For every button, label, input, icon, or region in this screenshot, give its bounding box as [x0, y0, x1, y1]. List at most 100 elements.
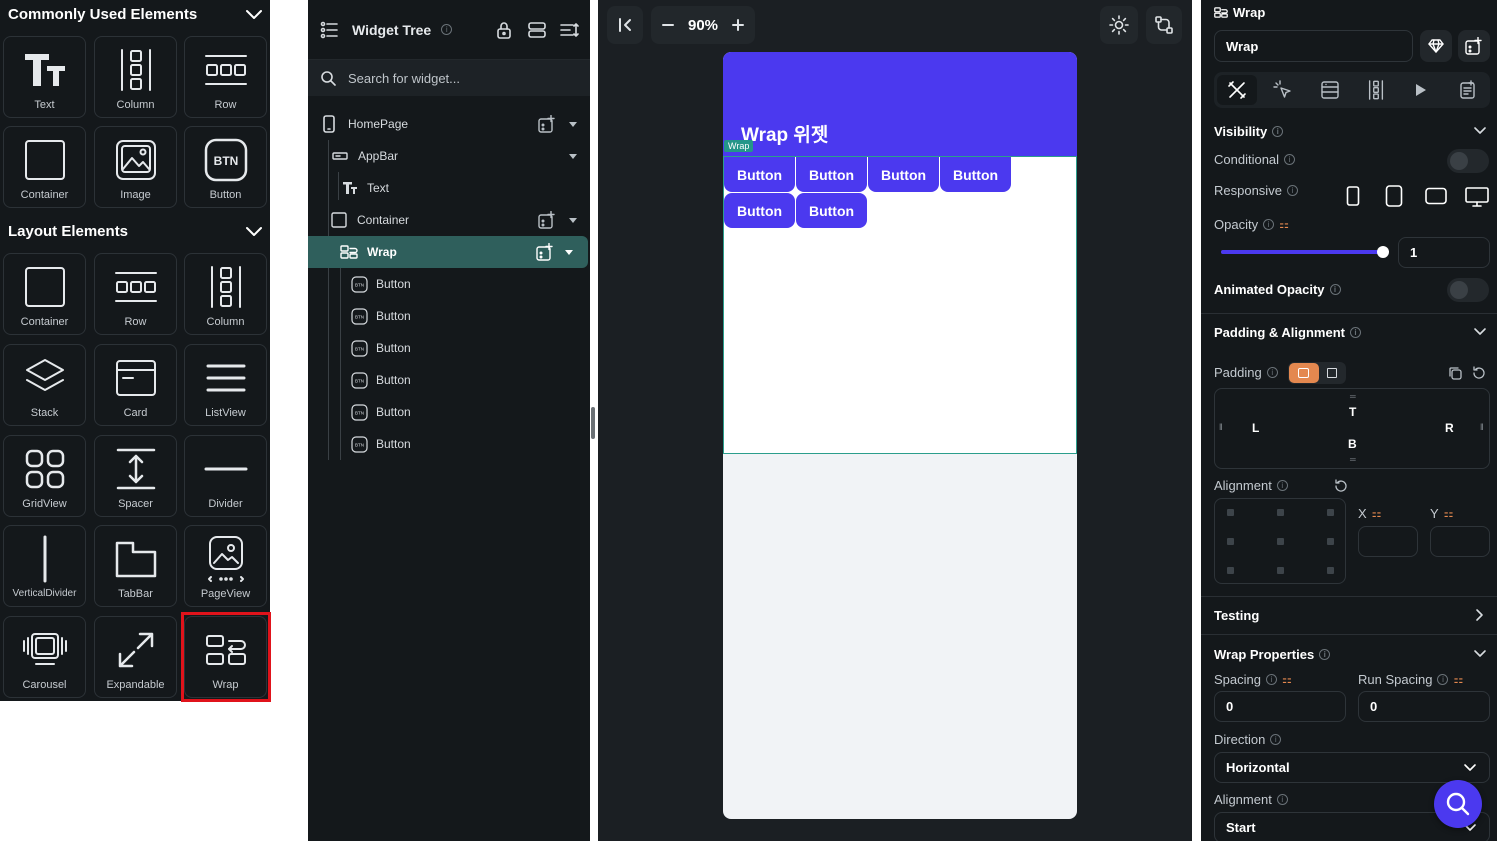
preview-button[interactable]: Button: [796, 193, 867, 228]
tree-node-text[interactable]: Text: [308, 172, 590, 204]
chevron-down-icon[interactable]: [244, 4, 264, 24]
drag-handle-icon[interactable]: ‖: [1219, 422, 1223, 432]
align-bottom-left[interactable]: [1227, 567, 1234, 574]
alignment-x-input[interactable]: [1358, 526, 1418, 557]
play-icon[interactable]: [1414, 82, 1428, 98]
palette-item-container[interactable]: Container: [3, 253, 86, 335]
tree-node-button[interactable]: BTN Button: [308, 364, 590, 396]
alignment-grid[interactable]: [1214, 498, 1346, 584]
testing-section-title[interactable]: Testing: [1214, 608, 1259, 623]
paint-tools-icon[interactable]: [1227, 80, 1247, 100]
add-child-icon[interactable]: [538, 211, 556, 229]
align-center[interactable]: [1277, 538, 1284, 545]
run-spacing-input[interactable]: 0: [1358, 691, 1490, 722]
direction-select[interactable]: Horizontal: [1214, 752, 1490, 783]
device-frame-button[interactable]: [1146, 6, 1182, 44]
drag-handle-icon[interactable]: ‖: [1480, 422, 1484, 432]
actions-icon[interactable]: [1273, 80, 1293, 100]
palette-item-divider[interactable]: Divider: [184, 435, 267, 517]
preview-button[interactable]: Button: [796, 157, 867, 192]
align-center-right[interactable]: [1327, 538, 1334, 545]
caret-down-icon[interactable]: [569, 218, 577, 223]
palette-item-column[interactable]: Column: [94, 36, 177, 118]
tree-node-homepage[interactable]: HomePage: [308, 108, 590, 140]
tree-node-container[interactable]: Container: [308, 204, 590, 236]
chevron-down-icon[interactable]: [1473, 325, 1487, 339]
sort-icon[interactable]: [560, 21, 580, 39]
conditional-toggle[interactable]: [1447, 149, 1489, 173]
tree-node-button[interactable]: BTN Button: [308, 300, 590, 332]
preview-button[interactable]: Button: [868, 157, 939, 192]
padding-bottom-label[interactable]: B: [1348, 437, 1357, 451]
tree-node-button[interactable]: BTN Button: [308, 268, 590, 300]
set-from-variable-icon[interactable]: ⚏: [1372, 507, 1382, 520]
collapse-icon[interactable]: [528, 21, 546, 39]
opacity-input[interactable]: 1: [1398, 237, 1490, 268]
palette-item-expandable[interactable]: Expandable: [94, 616, 177, 698]
palette-item-card[interactable]: Card: [94, 344, 177, 426]
animated-opacity-toggle[interactable]: [1447, 278, 1489, 302]
visibility-section-title[interactable]: Visibility i: [1214, 124, 1284, 139]
tree-node-button[interactable]: BTN Button: [308, 332, 590, 364]
collapse-panel-button[interactable]: [607, 6, 643, 44]
caret-down-icon[interactable]: [565, 250, 573, 255]
widget-name-input[interactable]: Wrap: [1214, 30, 1413, 62]
zoom-out-icon[interactable]: [661, 18, 675, 32]
add-child-icon[interactable]: [538, 115, 556, 133]
caret-down-icon[interactable]: [569, 154, 577, 159]
palette-item-carousel[interactable]: Carousel: [3, 616, 86, 698]
reset-icon[interactable]: [1334, 479, 1348, 493]
appbar-preview[interactable]: Wrap 위젯 Wrap: [723, 52, 1077, 156]
padding-top-label[interactable]: T: [1349, 405, 1356, 419]
chevron-right-icon[interactable]: [1473, 608, 1487, 622]
wrap-properties-title[interactable]: Wrap Properties i: [1214, 647, 1331, 662]
documentation-icon[interactable]: [1458, 80, 1478, 100]
preview-button[interactable]: Button: [940, 157, 1011, 192]
palette-item-tabbar[interactable]: TabBar: [94, 525, 177, 607]
add-child-icon[interactable]: [1458, 30, 1490, 62]
palette-item-row[interactable]: Row: [184, 36, 267, 118]
backend-query-icon[interactable]: [1320, 80, 1340, 100]
tablet-icon[interactable]: [1385, 185, 1403, 207]
phone-icon[interactable]: [1346, 186, 1360, 206]
palette-item-spacer[interactable]: Spacer: [94, 435, 177, 517]
chevron-down-icon[interactable]: [244, 221, 264, 241]
chevron-down-icon[interactable]: [1473, 124, 1487, 138]
copy-icon[interactable]: [1448, 366, 1462, 380]
set-from-variable-icon[interactable]: ⚏: [1282, 673, 1292, 686]
align-top-center[interactable]: [1277, 509, 1284, 516]
opacity-slider-track[interactable]: [1221, 246, 1389, 258]
lock-icon[interactable]: [496, 21, 512, 39]
preview-button[interactable]: Button: [724, 157, 795, 192]
palette-item-vertical-divider[interactable]: VerticalDivider: [3, 525, 86, 607]
spacing-handle-icon[interactable]: ✦: [791, 186, 799, 197]
drag-handle-icon[interactable]: ═: [1350, 392, 1356, 401]
palette-item-stack[interactable]: Stack: [3, 344, 86, 426]
tree-node-appbar[interactable]: AppBar: [308, 140, 590, 172]
reset-icon[interactable]: [1472, 366, 1486, 380]
caret-down-icon[interactable]: [569, 122, 577, 127]
tree-node-button[interactable]: BTN Button: [308, 396, 590, 428]
palette-item-gridview[interactable]: GridView: [3, 435, 86, 517]
container-preview[interactable]: Button Button Button Button Button Butto…: [723, 156, 1077, 454]
info-icon[interactable]: i: [441, 24, 453, 35]
set-from-variable-icon[interactable]: ⚏: [1453, 673, 1463, 686]
theme-toggle-button[interactable]: [1100, 6, 1138, 44]
drag-handle-icon[interactable]: ═: [1350, 455, 1356, 464]
set-from-variable-icon[interactable]: ⚏: [1444, 507, 1454, 520]
palette-item-button[interactable]: BTN Button: [184, 126, 267, 208]
padding-editor[interactable]: ═ T ‖ L R ‖ B ═: [1214, 388, 1490, 469]
preview-button[interactable]: Button: [724, 193, 795, 228]
palette-item-row[interactable]: Row: [94, 253, 177, 335]
widget-search-bar[interactable]: Search for widget...: [308, 60, 590, 96]
palette-item-column[interactable]: Column: [184, 253, 267, 335]
align-bottom-center[interactable]: [1277, 567, 1284, 574]
palette-item-pageview[interactable]: PageView: [184, 525, 267, 607]
padding-section-title[interactable]: Padding & Alignment i: [1214, 325, 1361, 340]
palette-item-container[interactable]: Container: [3, 126, 86, 208]
tablet-landscape-icon[interactable]: [1425, 187, 1447, 205]
align-center-left[interactable]: [1227, 538, 1234, 545]
palette-item-text[interactable]: Text: [3, 36, 86, 118]
tree-node-button[interactable]: BTN Button: [308, 428, 590, 460]
desktop-icon[interactable]: [1465, 187, 1489, 207]
